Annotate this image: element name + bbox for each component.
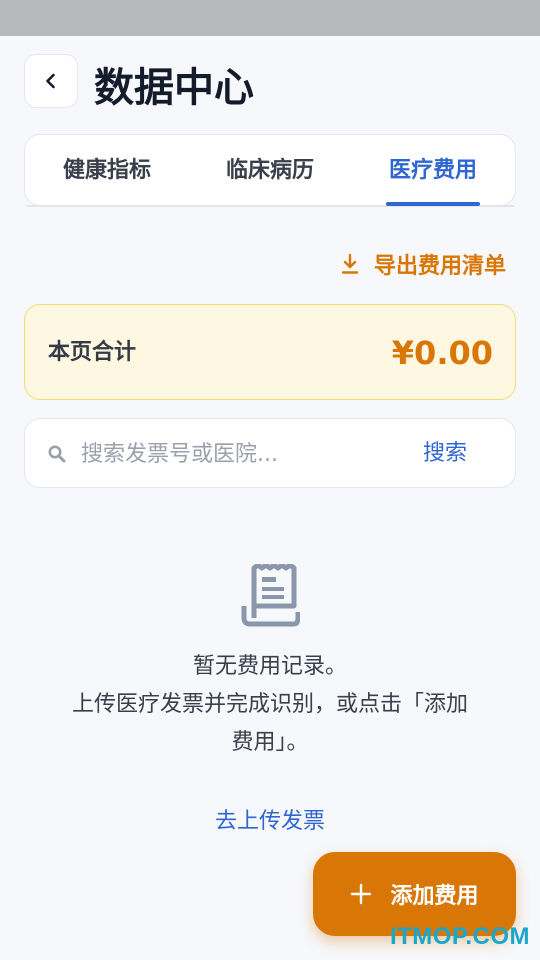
receipt-icon (241, 564, 300, 627)
tab-clinical-records[interactable]: 临床病历 (223, 135, 317, 207)
tab-bar: 健康指标 临床病历 医疗费用 (24, 134, 516, 206)
empty-state-line-3: 费用」。 (231, 730, 309, 755)
search-icon (48, 445, 66, 463)
tab-health-indicators[interactable]: 健康指标 (60, 135, 154, 207)
download-icon (341, 253, 359, 274)
export-expense-list-link[interactable]: 导出费用清单 (340, 246, 506, 282)
empty-state-line-2: 上传医疗发票并完成识别，或点击「添加 (71, 692, 468, 717)
watermark: ITMOP.COM (389, 923, 530, 950)
chevron-left-icon (46, 73, 55, 89)
plus-icon (351, 883, 372, 905)
add-expense-label: 添加费用 (390, 884, 479, 909)
page-total-value: ¥0.00 (391, 334, 493, 372)
search-button[interactable]: 搜索 (423, 419, 467, 489)
upload-invoice-link[interactable]: 去上传发票 (0, 802, 540, 842)
page-title: 数据中心 (94, 65, 254, 111)
back-button[interactable] (24, 54, 78, 108)
export-label: 导出费用清单 (373, 254, 506, 279)
empty-state-line-1: 暂无费用记录。 (192, 654, 347, 679)
empty-state-message: 暂无费用记录。 上传医疗发票并完成识别，或点击「添加 费用」。 (20, 648, 520, 762)
tab-medical-expenses[interactable]: 医疗费用 (386, 135, 480, 207)
status-bar (0, 0, 540, 36)
search-input[interactable] (81, 433, 311, 475)
page-total-card: 本页合计 ¥0.00 (24, 304, 516, 400)
page-total-label: 本页合计 (48, 340, 137, 365)
active-tab-indicator (386, 202, 480, 206)
search-bar: 搜索 (24, 418, 516, 488)
